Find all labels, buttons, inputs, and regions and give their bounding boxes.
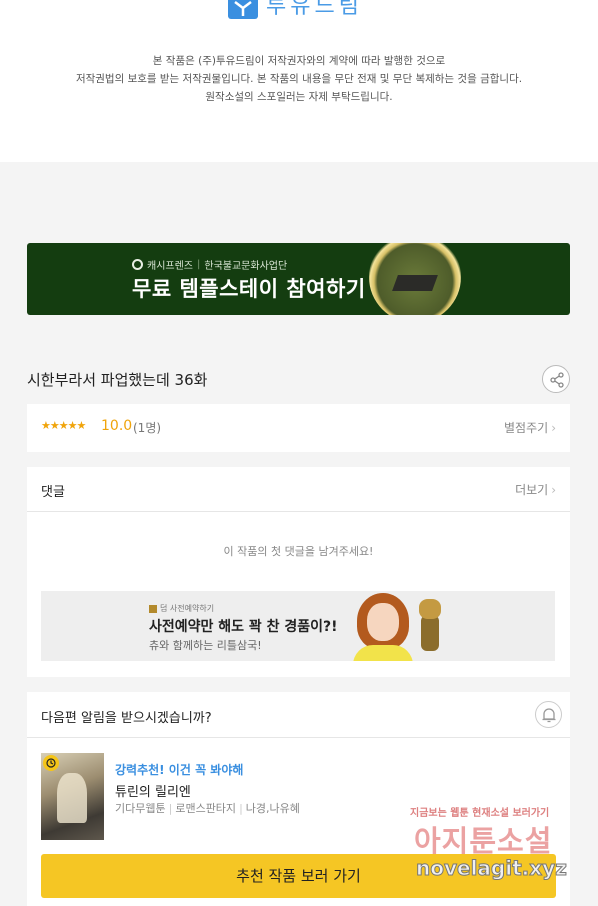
recommended-tag: 강력추천! 이건 꼭 봐야해 bbox=[115, 763, 244, 777]
ad-headline: 사전예약만 해도 꽉 찬 경품이?! bbox=[149, 619, 338, 635]
recommended-title: 튜린의 릴리엔 bbox=[115, 785, 191, 800]
game-logo-icon bbox=[149, 604, 157, 613]
temple-roof bbox=[392, 275, 438, 291]
copyright-line: 본 작품은 (주)투유드림이 저작권자와의 계약에 따라 발행한 것으로 bbox=[152, 55, 446, 67]
comments-more-button[interactable]: 더보기 › bbox=[515, 481, 556, 498]
recommended-genre: 로맨스판타지 bbox=[175, 802, 237, 815]
wait-free-clock-icon bbox=[43, 755, 59, 771]
watermark-logo: 아지툰소설 bbox=[414, 824, 553, 858]
copyright-section: 투유드림 본 작품은 (주)투유드림이 저작권자와의 계약에 따라 발행한 것으… bbox=[0, 0, 598, 162]
rate-button[interactable]: 별점주기 › bbox=[504, 419, 556, 436]
watermark-url: novelagit.xyz bbox=[416, 856, 568, 881]
notify-label: 다음편 알림을 받으시겠습니까? bbox=[41, 711, 212, 726]
rate-button-label: 별점주기 bbox=[504, 421, 549, 435]
rating-card: ★★★★★ 10.0 (1명) 별점주기 › bbox=[27, 404, 570, 452]
comments-header: 댓글 더보기 › bbox=[27, 467, 570, 512]
banner-partner: 한국불교문화사업단 bbox=[204, 261, 288, 272]
comments-card: 댓글 더보기 › 이 작품의 첫 댓글을 남겨주세요! 덤 사전예약하기 사전예약… bbox=[27, 467, 570, 677]
model-face bbox=[367, 603, 399, 641]
banner-divider: | bbox=[197, 259, 201, 270]
character-head bbox=[419, 599, 441, 619]
bell-icon bbox=[542, 708, 556, 723]
comments-more-label: 더보기 bbox=[515, 483, 549, 497]
recommended-category: 기다무웹툰 bbox=[115, 802, 166, 815]
cashfriends-logo-icon bbox=[132, 259, 143, 270]
ad-tag-text: 덤 사전예약하기 bbox=[160, 604, 215, 613]
preregister-ad[interactable]: 덤 사전예약하기 사전예약만 해도 꽉 찬 경품이?! 츄와 함께하는 리틀삼국… bbox=[41, 591, 555, 661]
watermark-tagline: 지금보는 웹툰 현재소설 보러가기 bbox=[410, 808, 550, 819]
episode-title: 시한부라서 파업했는데 36화 bbox=[27, 371, 208, 389]
model-shirt bbox=[353, 645, 413, 661]
notify-header: 다음편 알림을 받으시겠습니까? bbox=[27, 692, 570, 738]
ad-tag: 덤 사전예약하기 bbox=[149, 603, 214, 614]
site-watermark: 지금보는 웹툰 현재소설 보러가기 아지툰소설 novelagit.xyz bbox=[408, 804, 598, 884]
ad-character-image bbox=[417, 597, 443, 657]
copyright-notice: 본 작품은 (주)투유드림이 저작권자와의 계약에 따라 발행한 것으로 저작권… bbox=[0, 52, 598, 106]
comments-label: 댓글 bbox=[41, 485, 65, 500]
ad-subtext: 츄와 함께하는 리틀삼국! bbox=[149, 639, 262, 652]
notify-bell-button[interactable] bbox=[535, 701, 562, 728]
recommended-authors: 나경,나유혜 bbox=[245, 802, 300, 815]
meta-divider: | bbox=[239, 802, 243, 815]
meta-divider: | bbox=[168, 802, 173, 815]
banner-brand-name: 캐시프렌즈 bbox=[147, 261, 193, 272]
copyright-line: 저작권법의 보호를 받는 저작권물입니다. 본 작품의 내용을 무단 전재 및 … bbox=[75, 73, 523, 85]
banner-brand: 캐시프렌즈 | 한국불교문화사업단 bbox=[132, 257, 287, 272]
templestay-ad-banner[interactable]: 캐시프렌즈 | 한국불교문화사업단 무료 템플스테이 참여하기 bbox=[27, 243, 570, 315]
share-button[interactable] bbox=[542, 365, 570, 393]
ad-model-image bbox=[353, 593, 413, 661]
chevron-right-icon: › bbox=[551, 421, 556, 435]
banner-title: 무료 템플스테이 참여하기 bbox=[132, 277, 366, 301]
episode-header: 시한부라서 파업했는데 36화 bbox=[27, 362, 570, 396]
comments-empty-message: 이 작품의 첫 댓글을 남겨주세요! bbox=[223, 545, 374, 558]
thumbnail-figure bbox=[57, 773, 87, 823]
publisher-logo: 투유드림 bbox=[228, 0, 363, 20]
character-body bbox=[421, 615, 439, 651]
share-icon bbox=[550, 372, 564, 388]
rating-stars: ★★★★★ bbox=[41, 419, 86, 432]
chevron-right-icon: › bbox=[551, 483, 556, 497]
rating-count: (1명) bbox=[133, 421, 162, 435]
temple-image bbox=[369, 243, 461, 315]
publisher-logo-icon bbox=[228, 0, 258, 19]
rating-score: 10.0 bbox=[101, 418, 133, 434]
copyright-line: 원작소설의 스포일러는 자제 부탁드립니다. bbox=[205, 91, 393, 103]
recommended-thumbnail bbox=[41, 753, 104, 840]
recommended-meta: 기다무웹툰 | 로맨스판타지 | 나경,나유혜 bbox=[115, 800, 300, 816]
publisher-logo-text: 투유드림 bbox=[266, 0, 363, 19]
